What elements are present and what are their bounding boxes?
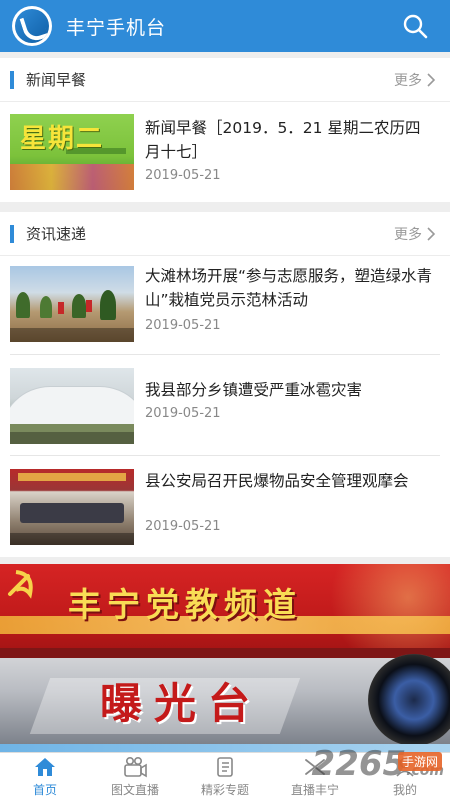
news-item-date: 2019-05-21 (145, 519, 221, 534)
tab-label: 精彩专题 (200, 782, 249, 797)
news-item-title: 大滩林场开展“参与志愿服务，塑造绿水青山”栽植党员示范林活动 (145, 267, 433, 309)
news-item-title: 新闻早餐［2019．5．21 星期二农历四月十七］ (145, 119, 421, 161)
tab-home[interactable]: 首页 (0, 753, 90, 800)
station-logo-icon (12, 6, 52, 46)
section-accent-bar (10, 70, 14, 89)
chevron-right-icon (427, 227, 436, 241)
news-item-title: 我县部分乡镇遭受严重冰雹灾害 (145, 381, 363, 399)
news-item-date: 2019-05-21 (145, 406, 221, 421)
party-education-banner[interactable]: 丰宁党教频道 (0, 564, 450, 648)
party-emblem-icon (8, 570, 33, 599)
party-banner-title: 丰宁党教频道 (68, 585, 302, 624)
tab-label: 首页 (32, 782, 57, 797)
home-icon (35, 757, 55, 776)
exposure-banner[interactable]: 曝光台 (0, 648, 450, 744)
exposure-banner-title: 曝光台 (100, 679, 263, 728)
news-thumbnail (10, 368, 134, 444)
more-link[interactable]: 更多 (394, 70, 436, 90)
app-header: 丰宁手机台 (0, 0, 450, 52)
search-icon[interactable] (402, 13, 428, 39)
news-thumbnail (10, 266, 134, 342)
news-express-section: 资讯速递 更多 大滩林场开展“参与志愿服务，塑造绿水青山”栽植党员示范林活动 2… (0, 212, 450, 557)
watermark-brand: 2265 (311, 744, 407, 784)
news-item[interactable]: 大滩林场开展“参与志愿服务，塑造绿水青山”栽植党员示范林活动 2019-05-2… (0, 256, 450, 354)
news-item-date: 2019-05-21 (145, 318, 221, 333)
more-label: 更多 (394, 227, 422, 243)
app-title: 丰宁手机台 (66, 16, 167, 39)
chevron-right-icon (427, 73, 436, 87)
list-divider (10, 455, 440, 456)
list-divider (10, 354, 440, 355)
news-item-title: 县公安局召开民爆物品安全管理观摩会 (145, 472, 409, 490)
more-label: 更多 (394, 73, 422, 89)
video-camera-icon (124, 756, 147, 777)
tab-label: 图文直播 (110, 782, 159, 797)
tab-featured-topics[interactable]: 精彩专题 (180, 753, 270, 800)
section-header: 资讯速递 更多 (0, 212, 450, 256)
section-accent-bar (10, 224, 14, 243)
section-header: 新闻早餐 更多 (0, 58, 450, 102)
more-link[interactable]: 更多 (394, 224, 436, 244)
news-breakfast-section: 新闻早餐 更多 星期二 新闻早餐［2019．5．21 星期二农历四月十七］ 20… (0, 58, 450, 202)
news-item-date: 2019-05-21 (145, 168, 221, 183)
news-item[interactable]: 我县部分乡镇遭受严重冰雹灾害 2019-05-21 (0, 358, 450, 454)
tab-photo-live[interactable]: 图文直播 (90, 753, 180, 800)
news-item[interactable]: 县公安局召开民爆物品安全管理观摩会 2019-05-21 (0, 459, 450, 555)
watermark-subtitle: 手游网 (397, 752, 442, 771)
camera-lens-icon (368, 654, 450, 744)
section-title: 新闻早餐 (26, 71, 87, 89)
thumbnail-caption: 星期二 (20, 124, 105, 154)
news-thumbnail (10, 469, 134, 545)
news-thumbnail: 星期二 (10, 114, 134, 190)
news-item[interactable]: 星期二 新闻早餐［2019．5．21 星期二农历四月十七］ 2019-05-21 (0, 102, 450, 198)
topic-book-icon (217, 756, 233, 777)
app-screen: 丰宁手机台 新闻早餐 更多 星期二 新闻早餐［2019．5．21 星期二农历四月… (0, 0, 450, 800)
section-title: 资讯速递 (26, 225, 87, 243)
